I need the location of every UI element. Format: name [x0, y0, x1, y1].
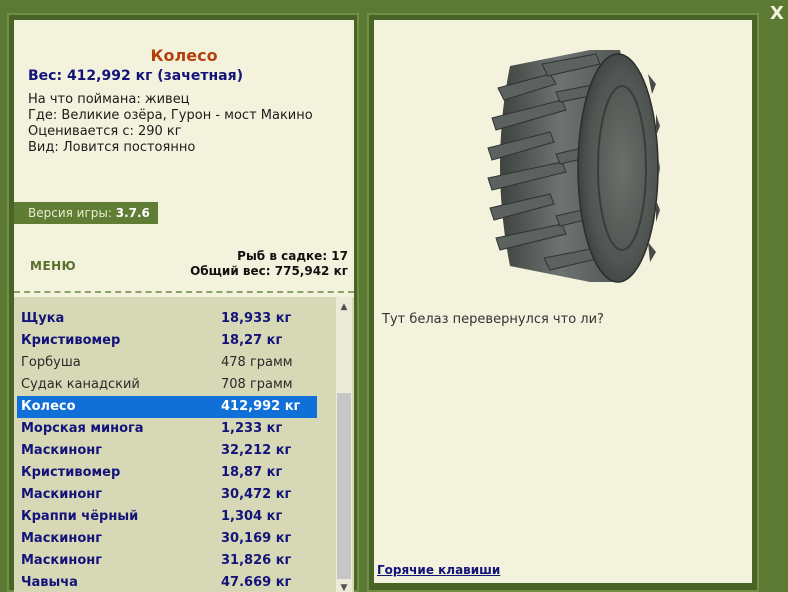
fish-name: Кристивомер: [21, 333, 121, 348]
fish-name: Горбуша: [21, 355, 81, 370]
fish-name: Судак канадский: [21, 377, 140, 392]
fish-list-row[interactable]: Кристивомер 18,27 кг: [17, 330, 317, 352]
fish-name: Маскинонг: [21, 443, 103, 458]
species-type-text: Вид: Ловится постоянно: [28, 140, 196, 155]
fish-list-row[interactable]: Морская минога 1,233 кг: [17, 418, 317, 440]
scrollbar-thumb[interactable]: [337, 393, 351, 579]
fish-name: Чавыча: [21, 575, 78, 590]
version-number: 3.7.6: [115, 206, 150, 220]
hotkeys-link[interactable]: Горячие клавиши: [377, 563, 500, 577]
fish-weight-value: 32,212 кг: [221, 443, 292, 458]
version-label: Версия игры:: [28, 206, 116, 220]
fish-name: Кристивомер: [21, 465, 121, 480]
fish-name: Колесо: [21, 399, 76, 414]
fish-name: Морская минога: [21, 421, 144, 436]
fish-weight-value: 18,87 кг: [221, 465, 283, 480]
fish-list-row[interactable]: Краппи чёрный 1,304 кг: [17, 506, 317, 528]
fish-weight-value: 30,169 кг: [221, 531, 292, 546]
fish-name: Маскинонг: [21, 553, 103, 568]
fish-list[interactable]: Щука 18,933 кг Кристивомер 18,27 кг Горбуша 4…: [14, 297, 354, 592]
arrow-down-icon[interactable]: ▼: [336, 580, 352, 592]
fish-list-row[interactable]: Маскинонг 32,212 кг: [17, 440, 317, 462]
fish-info-panel: Колесо Вес: 412,992 кг (зачетная) На что…: [14, 20, 354, 592]
fish-list-row[interactable]: Судак канадский 708 грамм: [17, 374, 317, 396]
tire-image: [487, 50, 660, 283]
fish-weight-value: 478 грамм: [221, 355, 293, 370]
fish-comment: Тут белаз перевернулся что ли?: [382, 312, 604, 327]
arrow-up-icon[interactable]: ▲: [336, 299, 352, 315]
game-version-bar: Версия игры: 3.7.6: [14, 202, 158, 224]
fish-title: Колесо: [150, 46, 218, 65]
fish-detail-panel: Тут белаз перевернулся что ли? Горячие к…: [374, 20, 752, 583]
fish-weight-value: 1,233 кг: [221, 421, 283, 436]
list-scrollbar[interactable]: ▲ ▼: [336, 297, 352, 592]
fish-list-row[interactable]: Колесо 412,992 кг: [17, 396, 317, 418]
fish-weight-value: 412,992 кг: [221, 399, 301, 414]
valued-from-text: Оценивается с: 290 кг: [28, 124, 182, 139]
fish-weight-value: 31,826 кг: [221, 553, 292, 568]
cage-summary: Рыб в садке: 17 Общий вес: 775,942 кг: [190, 249, 348, 279]
fish-list-row[interactable]: Щука 18,933 кг: [17, 308, 317, 330]
fish-name: Маскинонг: [21, 531, 103, 546]
fish-weight-value: 1,304 кг: [221, 509, 283, 524]
fish-list-row[interactable]: Маскинонг 31,826 кг: [17, 550, 317, 572]
close-button[interactable]: X: [768, 4, 786, 24]
fish-name: Щука: [21, 311, 65, 326]
fish-weight-value: 18,27 кг: [221, 333, 283, 348]
fish-list-row[interactable]: Кристивомер 18,87 кг: [17, 462, 317, 484]
fish-list-row[interactable]: Маскинонг 30,472 кг: [17, 484, 317, 506]
fish-weight-value: 30,472 кг: [221, 487, 292, 502]
fish-weight-value: 47.669 кг: [221, 575, 292, 590]
menu-button[interactable]: МЕНЮ: [30, 259, 76, 273]
fish-weight: Вес: 412,992 кг (зачетная): [28, 68, 243, 84]
fish-name: Краппи чёрный: [21, 509, 139, 524]
fish-weight-value: 708 грамм: [221, 377, 293, 392]
fish-list-row[interactable]: Чавыча 47.669 кг: [17, 572, 317, 592]
location-text: Где: Великие озёра, Гурон - мост Макино: [28, 108, 313, 123]
fish-name: Маскинонг: [21, 487, 103, 502]
fish-weight-value: 18,933 кг: [221, 311, 292, 326]
fish-list-row[interactable]: Маскинонг 30,169 кг: [17, 528, 317, 550]
dashed-divider: [14, 291, 354, 293]
caught-on-text: На что поймана: живец: [28, 92, 190, 107]
cage-total-weight: Общий вес: 775,942 кг: [190, 264, 348, 278]
cage-count: Рыб в садке: 17: [237, 249, 348, 263]
fish-list-row[interactable]: Горбуша 478 грамм: [17, 352, 317, 374]
